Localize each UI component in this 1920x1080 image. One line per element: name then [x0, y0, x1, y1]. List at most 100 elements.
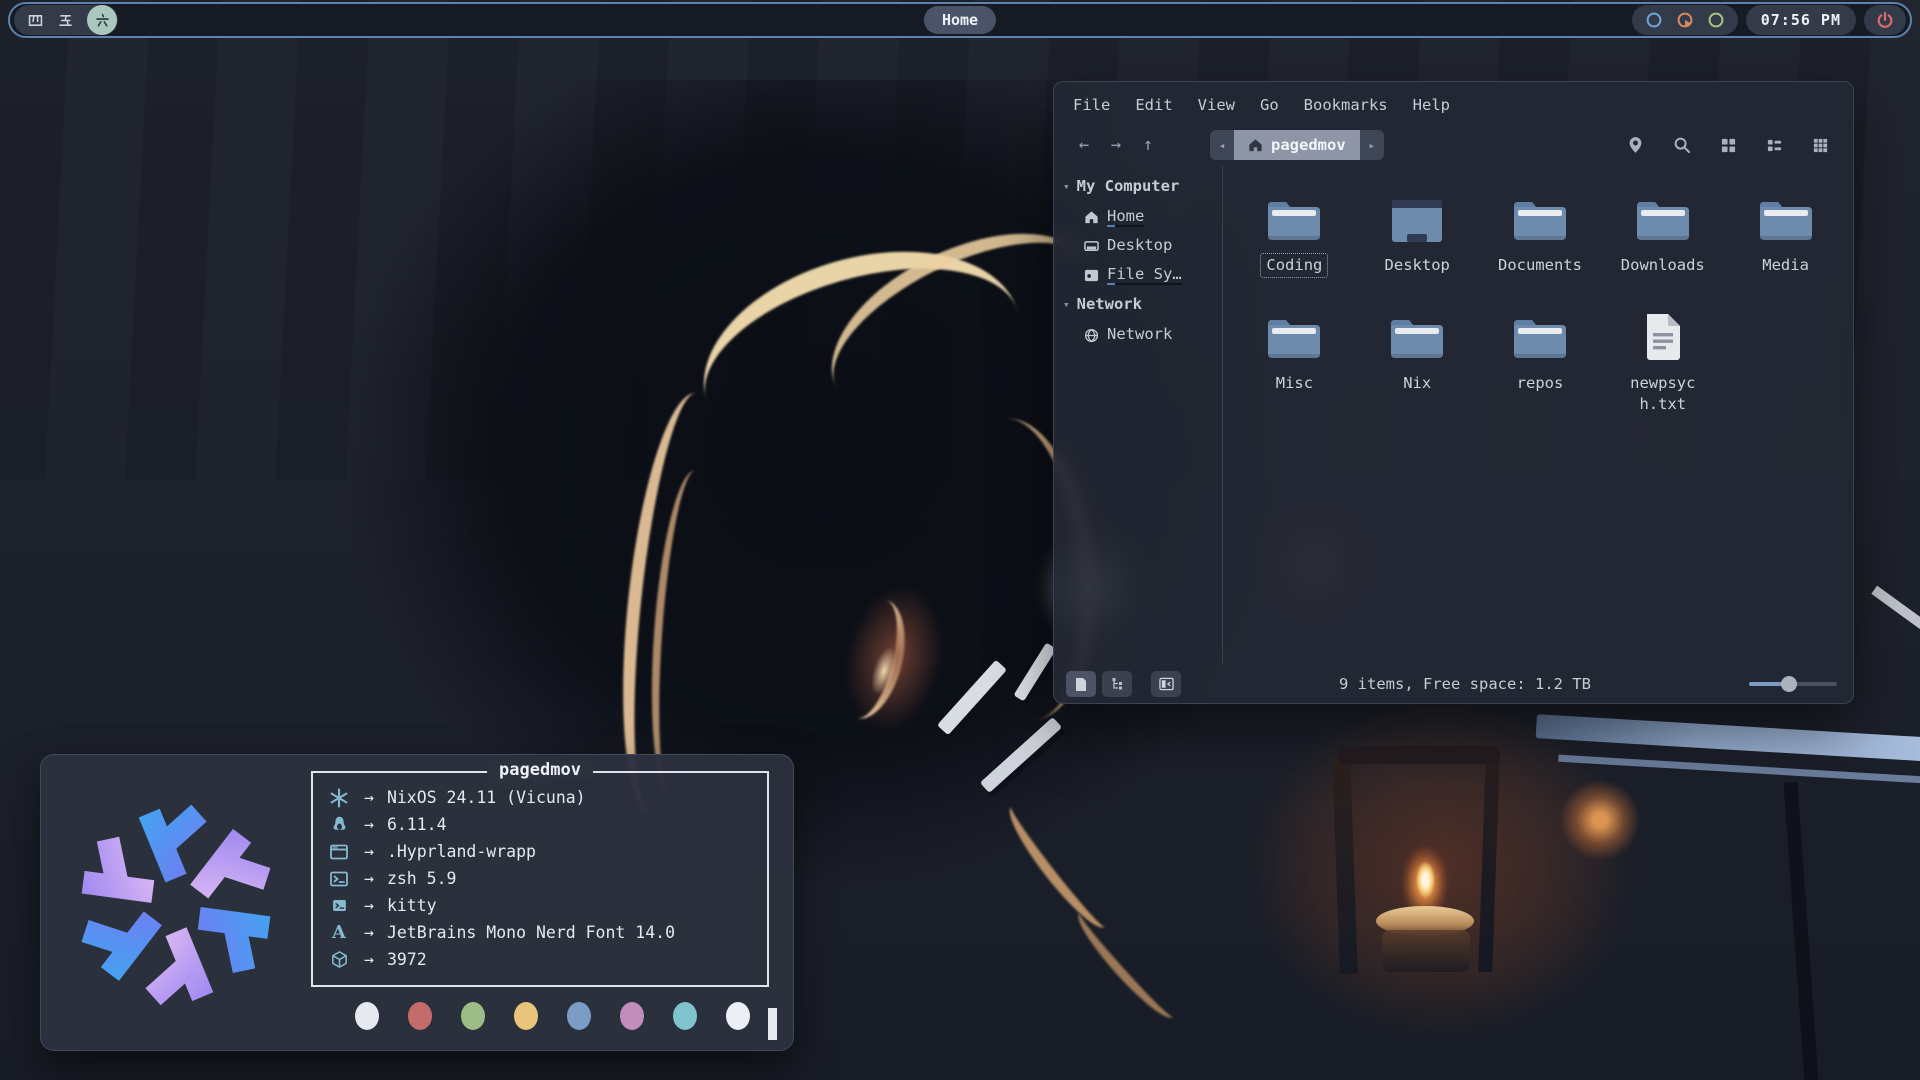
- tray-recorder-icon[interactable]: [1676, 11, 1694, 29]
- fetch-value-kernel: 6.11.4: [387, 815, 447, 834]
- file-item-nix[interactable]: Nix: [1356, 306, 1479, 417]
- expander-icon[interactable]: ▾: [1063, 180, 1070, 193]
- arrow-glyph: →: [364, 869, 374, 888]
- tray-green-circle-icon[interactable]: [1707, 11, 1725, 29]
- wallpaper-flame-core: [1414, 858, 1437, 902]
- arrow-glyph: →: [364, 842, 374, 861]
- file-item-misc[interactable]: Misc: [1233, 306, 1356, 417]
- sidebar-item-desktop[interactable]: Desktop: [1054, 230, 1222, 259]
- menu-bar: File Edit View Go Bookmarks Help: [1054, 82, 1853, 124]
- cjk-four-glyph: [27, 12, 44, 29]
- drive-icon: [1084, 268, 1099, 283]
- palette-dot: [620, 1002, 644, 1030]
- path-scroll-left[interactable]: ◂: [1210, 130, 1234, 160]
- slider-handle[interactable]: [1781, 676, 1797, 692]
- desktop-icon: [1084, 239, 1099, 254]
- file-item-desktop[interactable]: Desktop: [1356, 188, 1479, 278]
- package-cube-icon: [327, 950, 351, 969]
- folder-icon: [1757, 188, 1815, 244]
- fetch-value-os: NixOS 24.11 (Vicuna): [387, 788, 586, 807]
- sidebar-group-network[interactable]: ▾ Network: [1054, 288, 1222, 319]
- palette-dot: [408, 1002, 432, 1030]
- workspace-4[interactable]: [27, 12, 44, 29]
- places-sidebar: ▾ My Computer Home Desktop F: [1054, 166, 1222, 665]
- sidebar-item-home[interactable]: Home: [1054, 201, 1222, 230]
- arrow-glyph: →: [364, 950, 374, 969]
- clock[interactable]: 07:56 PM: [1746, 5, 1856, 35]
- cjk-six-glyph: [94, 12, 111, 29]
- file-item-repos[interactable]: repos: [1479, 306, 1602, 417]
- file-name: Desktop: [1379, 253, 1456, 278]
- fetch-value-terminal: kitty: [387, 896, 437, 915]
- folder-icon: [1388, 306, 1446, 362]
- folder-icon: [1511, 188, 1569, 244]
- globe-icon: [1084, 328, 1099, 343]
- file-item-media[interactable]: Media: [1724, 188, 1847, 278]
- fetch-row-packages: → 3972: [327, 946, 753, 973]
- forward-button[interactable]: →: [1100, 135, 1132, 155]
- sidebar-item-network[interactable]: Network: [1054, 319, 1222, 348]
- menu-file[interactable]: File: [1073, 96, 1110, 114]
- menu-go[interactable]: Go: [1260, 96, 1279, 114]
- file-name: Misc: [1270, 371, 1319, 396]
- fetch-widget: pagedmov → NixOS 24.11 (Vicuna) →: [40, 754, 794, 1051]
- toggle-side-pane-button[interactable]: [1151, 671, 1181, 697]
- file-name: repos: [1511, 371, 1570, 396]
- palette-dot: [673, 1002, 697, 1030]
- folder-icon: [1265, 188, 1323, 244]
- folder-icon: [1265, 306, 1323, 362]
- list-view-icon[interactable]: [1766, 137, 1783, 154]
- show-places-button[interactable]: [1066, 671, 1096, 697]
- cjk-five-glyph: [57, 12, 74, 29]
- fetch-hostname-title: pagedmov: [487, 760, 593, 780]
- nixos-logo: [41, 755, 311, 1050]
- folder-icon: [1511, 306, 1569, 362]
- places-icon: [1074, 677, 1088, 692]
- sidebar-item-file-system[interactable]: File Sy…: [1054, 259, 1222, 288]
- linux-penguin-icon: [327, 815, 351, 834]
- file-item-coding[interactable]: Coding: [1233, 188, 1356, 278]
- arrow-glyph: →: [364, 923, 374, 942]
- sidebar-group-my-computer[interactable]: ▾ My Computer: [1054, 170, 1222, 201]
- file-item-downloads[interactable]: Downloads: [1601, 188, 1724, 278]
- folder-icon: [1634, 188, 1692, 244]
- path-scroll-right[interactable]: ▸: [1360, 130, 1384, 160]
- path-bar: ◂ pagedmov ▸: [1210, 130, 1384, 160]
- icon-view-icon[interactable]: [1720, 137, 1737, 154]
- menu-edit[interactable]: Edit: [1135, 96, 1172, 114]
- wallpaper-candle-base: [1382, 930, 1470, 972]
- location-pin-icon[interactable]: [1627, 136, 1644, 154]
- side-pane-icon: [1159, 677, 1174, 691]
- wallpaper-white-slash: [1871, 586, 1920, 645]
- file-name: newpsych.txt: [1615, 371, 1710, 417]
- home-icon: [1248, 138, 1263, 153]
- expander-icon[interactable]: ▾: [1063, 298, 1070, 311]
- search-icon[interactable]: [1673, 136, 1691, 154]
- sidebar-group-label: My Computer: [1077, 177, 1180, 195]
- home-icon: [1084, 210, 1099, 225]
- back-button[interactable]: ←: [1068, 135, 1100, 155]
- workspace-6-active[interactable]: [87, 5, 117, 35]
- window-body: ▾ My Computer Home Desktop F: [1054, 166, 1853, 665]
- focused-window-title[interactable]: Home: [924, 6, 996, 34]
- menu-bookmarks[interactable]: Bookmarks: [1304, 96, 1388, 114]
- tree-icon: [1110, 677, 1125, 692]
- file-manager-window: File Edit View Go Bookmarks Help ← → ↑ ◂…: [1053, 81, 1854, 704]
- breadcrumb-current[interactable]: pagedmov: [1234, 130, 1360, 160]
- fetch-row-os: → NixOS 24.11 (Vicuna): [327, 784, 753, 811]
- tray-blue-circle-icon[interactable]: [1645, 11, 1663, 29]
- fetch-row-font: A → JetBrains Mono Nerd Font 14.0: [327, 919, 753, 946]
- wallpaper-lantern-top: [1338, 746, 1500, 764]
- menu-help[interactable]: Help: [1413, 96, 1450, 114]
- fetch-value-packages: 3972: [387, 950, 427, 969]
- compact-view-icon[interactable]: [1812, 137, 1829, 154]
- font-letter-icon: A: [327, 924, 351, 942]
- power-button[interactable]: [1864, 5, 1906, 35]
- workspace-5[interactable]: [57, 12, 74, 29]
- up-button[interactable]: ↑: [1132, 135, 1164, 155]
- show-tree-button[interactable]: [1102, 671, 1132, 697]
- file-item-newpsych-txt[interactable]: newpsych.txt: [1601, 306, 1724, 417]
- zoom-slider[interactable]: [1749, 675, 1837, 693]
- menu-view[interactable]: View: [1198, 96, 1235, 114]
- file-item-documents[interactable]: Documents: [1479, 188, 1602, 278]
